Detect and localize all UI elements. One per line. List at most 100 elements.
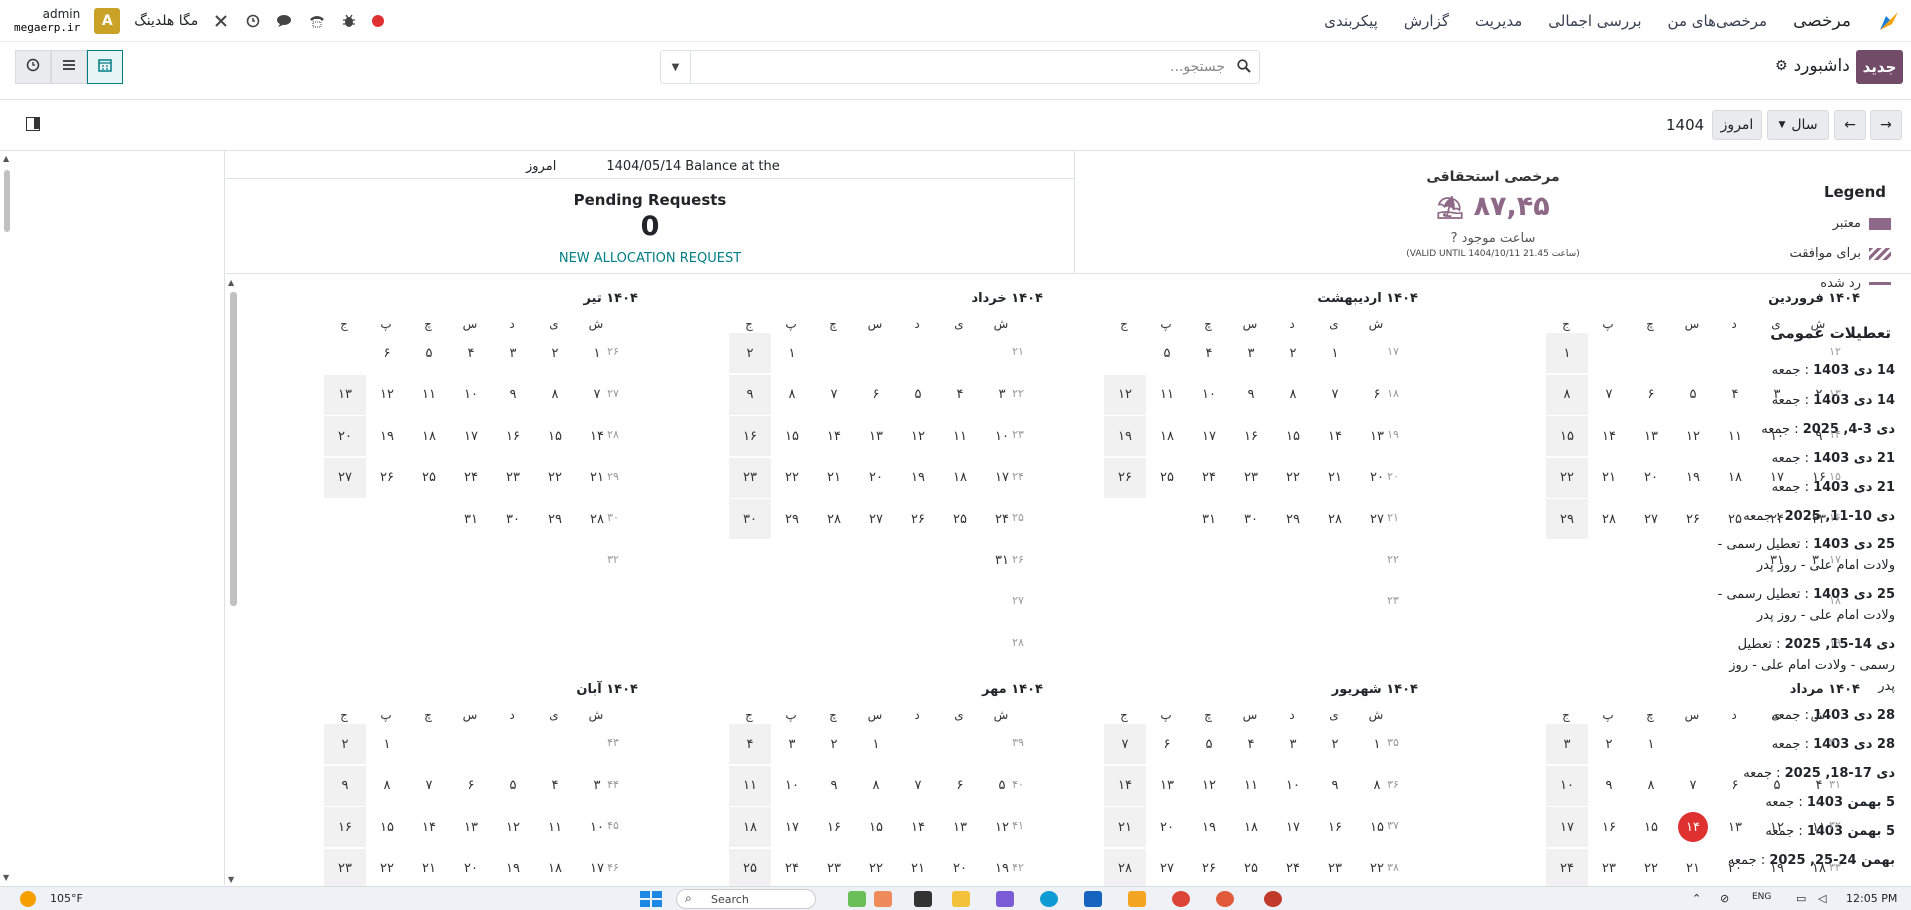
calendar-day[interactable]: ۵	[1756, 766, 1798, 806]
calendar-day[interactable]: ۳۱	[981, 541, 1023, 581]
app-logo-icon[interactable]	[1877, 9, 1901, 33]
calendar-day[interactable]: ۱	[771, 333, 813, 373]
network-icon[interactable]: ⊘	[1720, 892, 1729, 905]
calendar-day[interactable]: ۹	[813, 766, 855, 806]
menu-management[interactable]: مدیریت	[1475, 12, 1522, 30]
calendar-day[interactable]: ۲۸	[1104, 848, 1146, 889]
calendar-day[interactable]: ۶	[1714, 766, 1756, 806]
calendar-day[interactable]: ۲۵	[1146, 458, 1188, 498]
calendar-day[interactable]: ۲۹	[1272, 499, 1314, 539]
activity-view-button[interactable]	[15, 50, 51, 84]
calendar-day[interactable]: ۱۰	[576, 807, 618, 847]
calendar-day[interactable]: ۸	[1356, 766, 1398, 806]
calendar-day[interactable]: ۳۱	[1188, 499, 1230, 539]
calendar-day[interactable]: ۳۰	[729, 499, 771, 539]
calendar-day[interactable]: ۸	[1630, 766, 1672, 806]
calendar-day[interactable]: ۱۹	[1104, 416, 1146, 456]
app-icon[interactable]	[1128, 891, 1146, 907]
calendar-day[interactable]: ۱۴	[1104, 765, 1146, 806]
calendar-day[interactable]: ۱۹	[366, 416, 408, 456]
calendar-day[interactable]: ۳	[1756, 375, 1798, 415]
calendar-day[interactable]: ۲۰	[1714, 849, 1756, 889]
calendar-day[interactable]: ۳	[771, 724, 813, 764]
calendar-day[interactable]: ۱۷	[1756, 458, 1798, 498]
help-icon[interactable]: ?	[1451, 231, 1458, 246]
calendar-day[interactable]: ۸	[1272, 375, 1314, 415]
calendar-day[interactable]: ۳	[1546, 724, 1588, 764]
calendar-day[interactable]: ۲۱	[1314, 458, 1356, 498]
calendar-day[interactable]: ۲۵	[408, 458, 450, 498]
calendar-day[interactable]: ۲۵	[1230, 849, 1272, 889]
calendar-day[interactable]: ۲۶	[1188, 849, 1230, 889]
calendar-day[interactable]: ۶	[1356, 375, 1398, 415]
chrome-icon[interactable]	[1216, 891, 1234, 907]
calendar-day[interactable]: ۵	[897, 375, 939, 415]
calendar-day[interactable]: ۱۰	[450, 375, 492, 415]
calendar-day[interactable]: ۲۹	[534, 499, 576, 539]
calendar-day[interactable]: ۲۴	[1546, 848, 1588, 889]
calendar-day[interactable]: ۲۲	[366, 849, 408, 889]
calendar-day[interactable]: ۷	[408, 766, 450, 806]
calendar-day[interactable]: ۱۴	[408, 807, 450, 847]
calendar-day[interactable]: ۱۴	[576, 416, 618, 456]
calendar-day[interactable]: ۵	[1188, 724, 1230, 764]
phone-icon[interactable]	[308, 12, 326, 30]
calendar-day[interactable]: ۳	[492, 333, 534, 373]
calendar-day[interactable]: ۲	[324, 724, 366, 764]
calendar-day[interactable]: ۲۳	[729, 457, 771, 498]
calendar-day[interactable]: ۱۲	[981, 807, 1023, 847]
chat-icon[interactable]	[276, 12, 294, 30]
calendar-day[interactable]: ۱۵	[855, 807, 897, 847]
calendar-day[interactable]: ۱۹	[897, 458, 939, 498]
calendar-day[interactable]: ۱۰	[1756, 416, 1798, 456]
calendar-day[interactable]: ۹	[324, 765, 366, 806]
calendar-day[interactable]: ۱۳	[1356, 416, 1398, 456]
calendar-view-button[interactable]	[87, 50, 123, 84]
calendar-day[interactable]: ۲۱	[1588, 458, 1630, 498]
calendar-day[interactable]: ۲۲	[534, 458, 576, 498]
calendar-day[interactable]: ۱۵	[1546, 416, 1588, 456]
calendar-scrollbar[interactable]: ▲ ▼	[228, 278, 238, 884]
calendar-day[interactable]: ۱۱	[1146, 375, 1188, 415]
calendar-day[interactable]: ۱۲	[1188, 766, 1230, 806]
calendar-day[interactable]: ۳	[981, 375, 1023, 415]
calendar-day[interactable]: ۲۰	[855, 458, 897, 498]
calendar-day[interactable]: ۱۵	[1630, 807, 1672, 847]
menu-configuration[interactable]: پیکربندی	[1324, 12, 1378, 30]
calendar-day[interactable]: ۹	[492, 375, 534, 415]
new-allocation-request-link[interactable]: NEW ALLOCATION REQUEST	[226, 251, 1074, 266]
menu-overview[interactable]: بررسی اجمالی	[1548, 12, 1641, 30]
calendar-day[interactable]: ۶	[450, 766, 492, 806]
calendar-day[interactable]: ۹	[1230, 375, 1272, 415]
calendar-day[interactable]: ۴	[939, 375, 981, 415]
calendar-day[interactable]: ۱	[1356, 724, 1398, 764]
menu-reporting[interactable]: گزارش	[1404, 12, 1449, 30]
app-icon[interactable]	[874, 891, 892, 907]
calendar-day[interactable]: ۱	[366, 724, 408, 764]
calendar-day[interactable]: ۲	[1272, 333, 1314, 373]
display-icon[interactable]: ▭	[1796, 892, 1806, 905]
calendar-day[interactable]: ۱۶	[1798, 458, 1840, 498]
calendar-day[interactable]: ۱۸	[534, 849, 576, 889]
calendar-day[interactable]: ۲۳	[1314, 849, 1356, 889]
calendar-day[interactable]: ۱۴	[897, 807, 939, 847]
calendar-day[interactable]: ۴	[729, 724, 771, 764]
calendar-day[interactable]: ۱۰	[1188, 375, 1230, 415]
calendar-day[interactable]: ۱۶	[324, 807, 366, 847]
calendar-day[interactable]: ۲۶	[366, 458, 408, 498]
calendar-day[interactable]: ۳	[1230, 333, 1272, 373]
calendar-day[interactable]: ۳۰	[1798, 541, 1840, 581]
calendar-day[interactable]: ۶	[1630, 375, 1672, 415]
today-button[interactable]: امروز	[1712, 110, 1762, 140]
calendar-day[interactable]: ۱۴	[813, 416, 855, 456]
app-icon[interactable]	[848, 891, 866, 907]
calendar-day[interactable]: ۱۳	[1630, 416, 1672, 456]
calendar-day[interactable]: ۲۴	[981, 499, 1023, 539]
calendar-day[interactable]: ۲	[1798, 375, 1840, 415]
calendar-day[interactable]: ۲۱	[897, 849, 939, 889]
calendar-day[interactable]: ۲۴	[1272, 849, 1314, 889]
calendar-day[interactable]: ۱	[576, 333, 618, 373]
calendar-day[interactable]: ۱۵	[1356, 807, 1398, 847]
clock-time[interactable]: 12:05 PM	[1846, 892, 1897, 905]
calendar-day[interactable]: ۵	[981, 766, 1023, 806]
